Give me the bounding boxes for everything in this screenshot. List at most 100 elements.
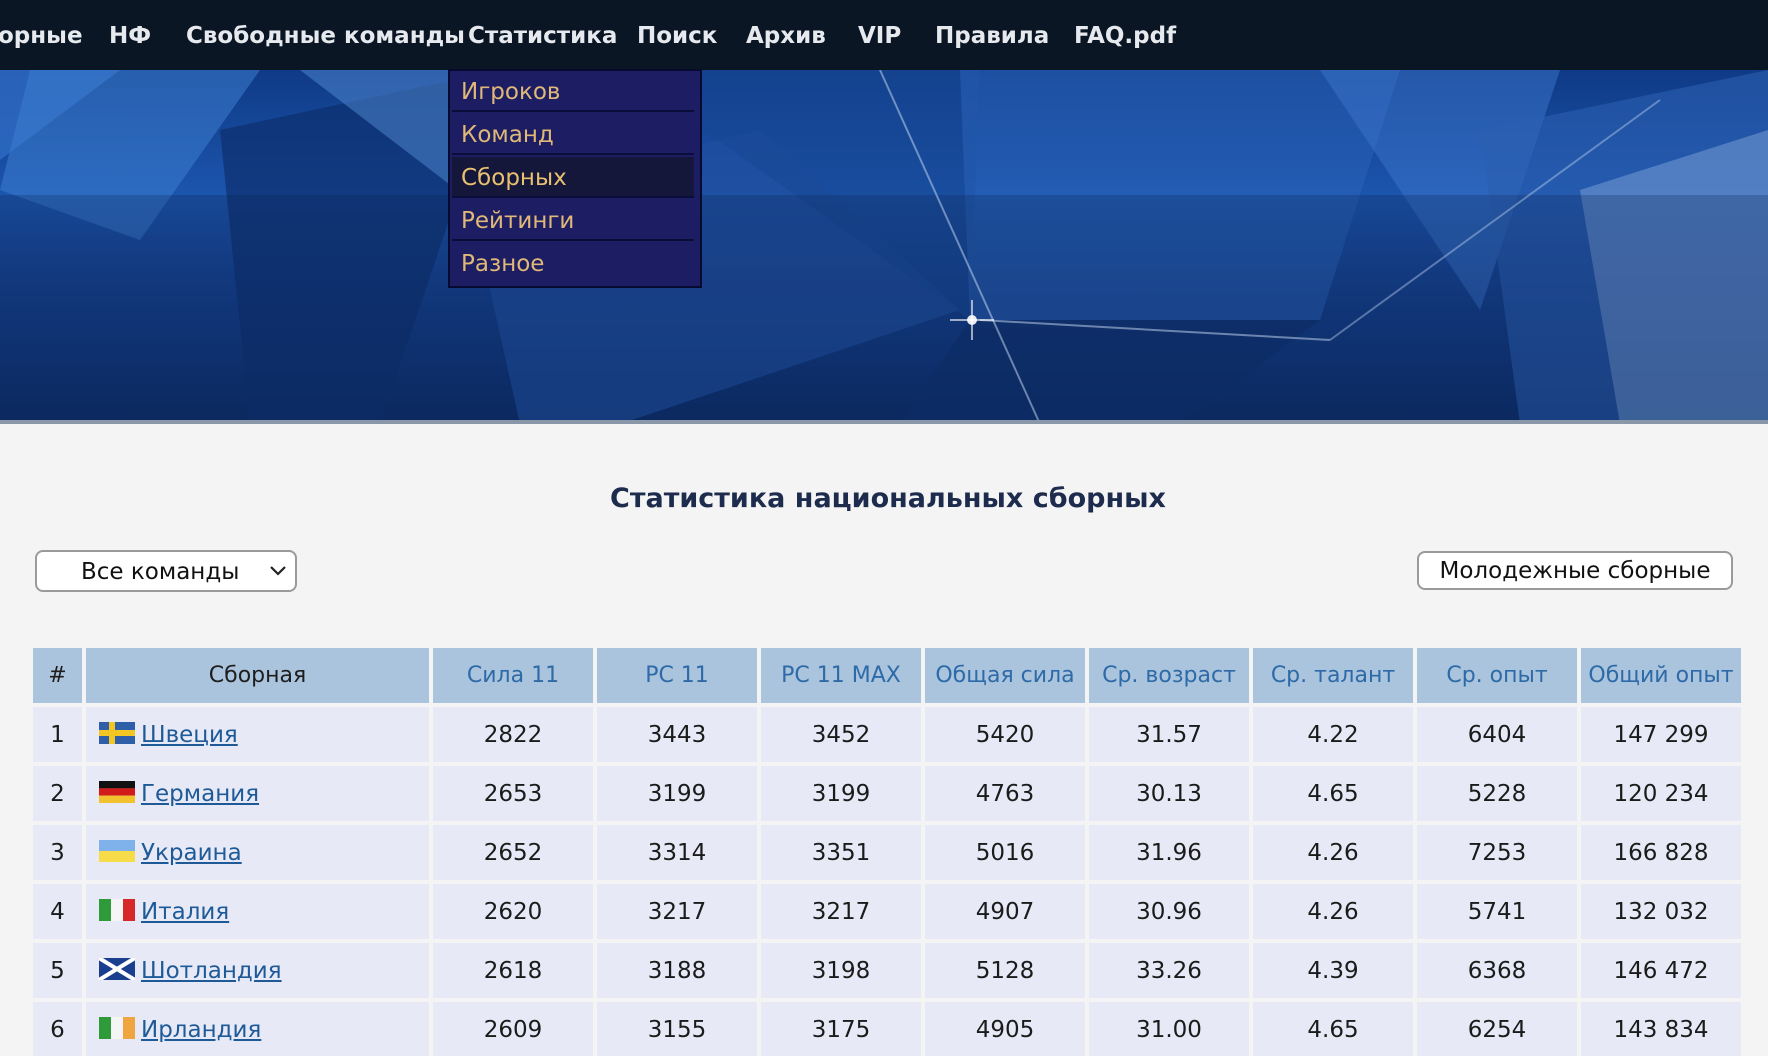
cell-avg-talent: 4.65 [1253,766,1413,821]
cell-total-experience: 146 472 [1581,943,1741,998]
nav-item-faq[interactable]: FAQ.pdf [1074,0,1176,70]
cell-rs-11: 3314 [597,825,757,880]
banner-divider [0,420,1768,424]
cell-rs-11: 3199 [597,766,757,821]
cell-avg-talent: 4.65 [1253,1002,1413,1056]
cell-team: Германия [86,766,429,821]
cell-avg-experience: 6368 [1417,943,1577,998]
table-row: 6 Ирландия 2609 3155 3175 4905 31.00 4.6… [33,1002,1741,1056]
nav-item-nf[interactable]: НФ [109,0,151,70]
cell-avg-experience: 7253 [1417,825,1577,880]
cell-avg-talent: 4.26 [1253,884,1413,939]
cell-rs-11-max: 3452 [761,707,921,762]
cell-total-experience: 147 299 [1581,707,1741,762]
nav-item-statistics[interactable]: Статистика [468,0,617,70]
cell-strength-11: 2652 [433,825,593,880]
nav-item-rules[interactable]: Правила [935,0,1049,70]
chevron-down-icon [270,566,286,576]
column-header-avg-age[interactable]: Ср. возраст [1089,648,1249,703]
youth-teams-button[interactable]: Молодежные сборные [1417,551,1733,590]
cell-total-experience: 120 234 [1581,766,1741,821]
cell-avg-experience: 6254 [1417,1002,1577,1056]
menu-item-national-teams[interactable]: Сборных [452,157,694,198]
cell-rs-11-max: 3217 [761,884,921,939]
column-header-team[interactable]: Сборная [86,648,429,703]
cell-rank: 6 [33,1002,82,1056]
team-link[interactable]: Украина [141,840,242,866]
column-header-rs-11[interactable]: РС 11 [597,648,757,703]
cell-avg-age: 30.13 [1089,766,1249,821]
nav-item-national-teams[interactable]: орные [0,0,83,70]
cell-avg-age: 31.57 [1089,707,1249,762]
column-header-total-strength[interactable]: Общая сила [925,648,1085,703]
banner-background-graphic [0,70,1768,424]
cell-total-strength: 4763 [925,766,1085,821]
germany-flag-icon [99,780,135,803]
cell-rank: 1 [33,707,82,762]
team-link[interactable]: Италия [141,899,229,925]
cell-rs-11-max: 3198 [761,943,921,998]
nav-item-search[interactable]: Поиск [637,0,717,70]
cell-rs-11: 3443 [597,707,757,762]
menu-item-teams[interactable]: Команд [452,114,694,155]
cell-total-strength: 4907 [925,884,1085,939]
column-header-total-experience[interactable]: Общий опыт [1581,648,1741,703]
cell-avg-age: 30.96 [1089,884,1249,939]
cell-total-strength: 5016 [925,825,1085,880]
cell-rs-11-max: 3351 [761,825,921,880]
table-row: 5 Шотландия 2618 3188 3198 5128 33.26 4.… [33,943,1741,998]
cell-avg-talent: 4.22 [1253,707,1413,762]
scotland-flag-icon [99,957,135,980]
team-link[interactable]: Швеция [141,722,238,748]
nav-item-archive[interactable]: Архив [746,0,826,70]
menu-item-misc[interactable]: Разное [452,243,694,284]
cell-total-experience: 132 032 [1581,884,1741,939]
cell-strength-11: 2653 [433,766,593,821]
cell-total-strength: 5420 [925,707,1085,762]
table-header-row: # Сборная Сила 11 РС 11 РС 11 MAX Общая … [33,648,1741,703]
ukraine-flag-icon [99,839,135,862]
cell-strength-11: 2618 [433,943,593,998]
column-header-rs-11-max[interactable]: РС 11 MAX [761,648,921,703]
column-header-avg-experience[interactable]: Ср. опыт [1417,648,1577,703]
table-row: 1 Швеция 2822 3443 3452 5420 31.57 4.22 … [33,707,1741,762]
column-header-avg-talent[interactable]: Ср. талант [1253,648,1413,703]
team-link[interactable]: Германия [141,781,259,807]
cell-total-strength: 5128 [925,943,1085,998]
team-filter-value: Все команды [81,559,240,585]
nav-item-vip[interactable]: VIP [858,0,901,70]
table-row: 4 Италия 2620 3217 3217 4907 30.96 4.26 … [33,884,1741,939]
team-link[interactable]: Ирландия [141,1017,261,1043]
team-link[interactable]: Шотландия [141,958,282,984]
cell-avg-age: 31.96 [1089,825,1249,880]
cell-avg-talent: 4.39 [1253,943,1413,998]
statistics-dropdown-menu: Игроков Команд Сборных Рейтинги Разное [448,69,702,288]
cell-avg-age: 31.00 [1089,1002,1249,1056]
menu-item-ratings[interactable]: Рейтинги [452,200,694,241]
cell-avg-age: 33.26 [1089,943,1249,998]
table-row: 3 Украина 2652 3314 3351 5016 31.96 4.26… [33,825,1741,880]
cell-team: Швеция [86,707,429,762]
team-filter-select[interactable]: Все команды [35,550,297,592]
ireland-flag-icon [99,1016,135,1039]
cell-total-experience: 166 828 [1581,825,1741,880]
page-title: Статистика национальных сборных [610,483,1166,514]
column-header-rank[interactable]: # [33,648,82,703]
nav-item-free-teams[interactable]: Свободные команды [186,0,465,70]
cell-rs-11-max: 3199 [761,766,921,821]
table-row: 2 Германия 2653 3199 3199 4763 30.13 4.6… [33,766,1741,821]
cell-rank: 5 [33,943,82,998]
column-header-strength-11[interactable]: Сила 11 [433,648,593,703]
cell-strength-11: 2822 [433,707,593,762]
cell-team: Италия [86,884,429,939]
cell-avg-talent: 4.26 [1253,825,1413,880]
cell-rs-11-max: 3175 [761,1002,921,1056]
cell-total-experience: 143 834 [1581,1002,1741,1056]
cell-rs-11: 3217 [597,884,757,939]
top-nav: орные НФ Свободные команды Статистика По… [0,0,1768,70]
cell-total-strength: 4905 [925,1002,1085,1056]
cell-rank: 4 [33,884,82,939]
cell-rs-11: 3188 [597,943,757,998]
menu-item-players[interactable]: Игроков [452,71,694,112]
cell-team: Шотландия [86,943,429,998]
